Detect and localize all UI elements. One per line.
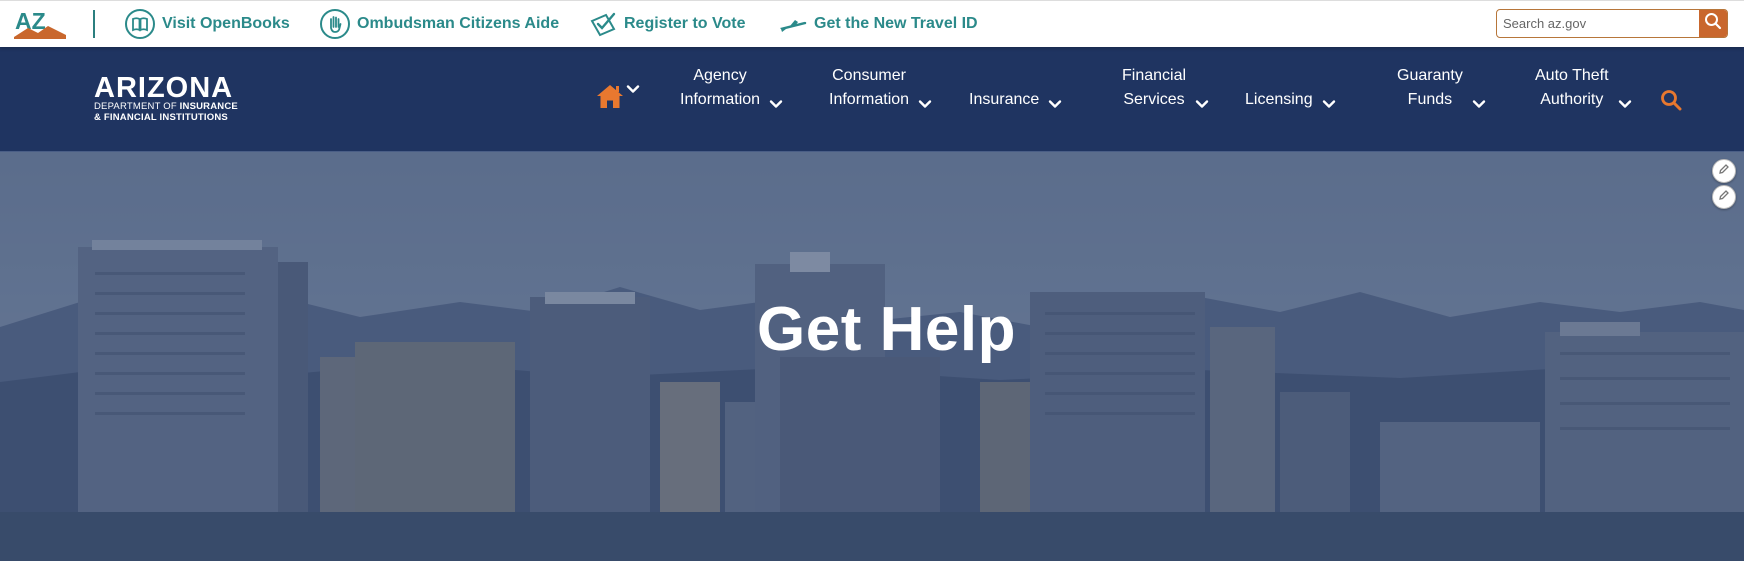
search-box <box>1496 9 1728 38</box>
nav-label-line1: Consumer <box>832 67 906 84</box>
nav-label-line2: Information <box>680 91 761 108</box>
search-input[interactable] <box>1497 10 1695 37</box>
nav-financial-services[interactable]: Financial Services <box>1122 64 1209 112</box>
nav-home[interactable] <box>596 83 640 114</box>
pencil-icon <box>1718 188 1730 206</box>
nav-label-line2: Information <box>829 91 910 108</box>
nav-label-line1: Financial <box>1122 67 1187 84</box>
link-label: Register to Vote <box>624 14 746 32</box>
hero-banner: Get Help <box>0 152 1744 561</box>
nav-label-line1: Guaranty <box>1397 67 1463 84</box>
ballot-check-icon <box>588 9 618 39</box>
agency-logo[interactable]: ARIZONA DEPARTMENT OF INSURANCE & FINANC… <box>94 72 278 125</box>
nav-guaranty-funds[interactable]: Guaranty Funds <box>1397 64 1486 112</box>
nav-licensing[interactable]: Licensing <box>1245 88 1336 112</box>
link-label: Ombudsman Citizens Aide <box>357 14 560 32</box>
nav-label-line2: Authority <box>1540 91 1604 108</box>
nav-label-line2: Services <box>1123 91 1185 108</box>
chevron-down-icon <box>769 99 783 109</box>
chevron-down-icon <box>626 81 640 99</box>
nav-consumer-information[interactable]: Consumer Information <box>829 64 932 112</box>
airplane-icon <box>778 14 808 34</box>
link-label: Get the New Travel ID <box>814 14 978 32</box>
chevron-down-icon <box>1472 99 1486 109</box>
link-label: Visit OpenBooks <box>162 14 290 32</box>
search-button[interactable] <box>1699 10 1727 37</box>
utility-bar: AZ Visit OpenBooks Ombudsman Citizens Ai… <box>0 0 1744 47</box>
edit-button[interactable] <box>1712 159 1736 183</box>
nav-search-button[interactable] <box>1660 89 1682 116</box>
divider <box>93 10 95 38</box>
search-icon <box>1660 90 1682 115</box>
main-navigation: ARIZONA DEPARTMENT OF INSURANCE & FINANC… <box>0 47 1744 152</box>
brand-name: ARIZONA <box>94 72 234 104</box>
nav-label: Insurance <box>969 91 1040 108</box>
nav-insurance[interactable]: Insurance <box>969 88 1062 112</box>
chevron-down-icon <box>1048 99 1062 109</box>
search-icon <box>1704 12 1722 35</box>
chevron-down-icon <box>1195 99 1209 109</box>
nav-label-line1: Auto Theft <box>1535 67 1609 84</box>
nav-auto-theft-authority[interactable]: Auto Theft Authority <box>1535 64 1632 112</box>
link-visit-openbooks[interactable]: Visit OpenBooks <box>124 1 290 46</box>
nav-label-line1: Agency <box>693 67 747 84</box>
book-icon <box>124 8 156 40</box>
nav-agency-information[interactable]: Agency Information <box>680 64 783 112</box>
brand-subtitle-line1: DEPARTMENT OF INSURANCE <box>94 101 238 112</box>
chevron-down-icon <box>918 99 932 109</box>
pencil-icon <box>1718 162 1730 180</box>
chevron-down-icon <box>1322 99 1336 109</box>
nav-label: Licensing <box>1245 91 1313 108</box>
hand-icon <box>319 8 351 40</box>
home-icon <box>596 83 624 114</box>
brand-subtitle-line2: & FINANCIAL INSTITUTIONS <box>94 112 228 123</box>
nav-label-line2: Funds <box>1407 91 1453 108</box>
az-logo[interactable]: AZ <box>14 8 66 39</box>
link-ombudsman-citizens-aide[interactable]: Ombudsman Citizens Aide <box>319 1 559 46</box>
edit-button[interactable] <box>1712 185 1736 209</box>
chevron-down-icon <box>1618 99 1632 109</box>
link-new-travel-id[interactable]: Get the New Travel ID <box>778 1 978 46</box>
page-title: Get Help <box>757 295 1016 364</box>
link-register-to-vote[interactable]: Register to Vote <box>588 1 746 46</box>
